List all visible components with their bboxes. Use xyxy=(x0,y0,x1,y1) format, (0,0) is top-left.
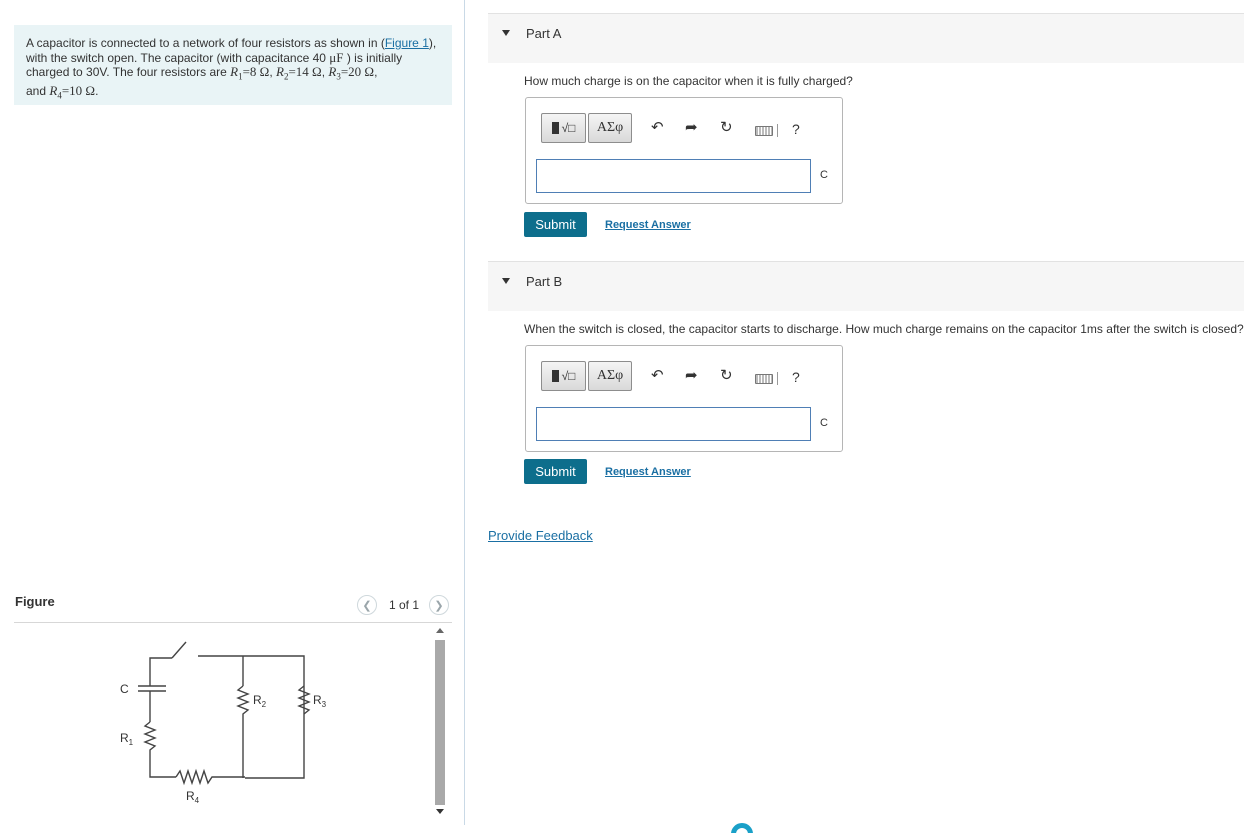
figure-scrollbar[interactable] xyxy=(433,628,447,818)
figure-counter: 1 of 1 xyxy=(389,598,420,612)
part-a-question: How much charge is on the capacitor when… xyxy=(524,74,853,88)
problem-statement: A capacitor is connected to a network of… xyxy=(14,25,452,105)
part-a-answer-input[interactable] xyxy=(536,159,811,193)
part-b-answer-input[interactable] xyxy=(536,407,811,441)
figure-label: Figure xyxy=(15,594,55,609)
figure-divider xyxy=(14,622,452,623)
problem-text: . xyxy=(95,83,99,98)
scroll-down-arrow-icon[interactable] xyxy=(436,809,444,814)
r2-value: =14 Ω xyxy=(288,64,322,79)
caret-down-icon[interactable] xyxy=(502,278,510,284)
capacitor-label: C xyxy=(120,682,129,696)
part-b-answer-box: √□ ΑΣφ ↶ ➦ ↻ ? C xyxy=(525,345,843,452)
scroll-up-arrow-icon[interactable] xyxy=(436,628,444,633)
reset-icon[interactable]: ↻ xyxy=(720,367,733,385)
part-a-submit-button[interactable]: Submit xyxy=(524,212,587,237)
circuit-diagram: C R1 R2 R3 R4 xyxy=(120,641,327,805)
keyboard-icon[interactable] xyxy=(755,126,773,136)
part-a-title: Part A xyxy=(526,26,562,41)
problem-text: A capacitor is connected to a network of… xyxy=(26,36,385,50)
caret-down-icon[interactable] xyxy=(502,30,510,36)
part-a-unit: C xyxy=(820,169,828,181)
part-b-unit: C xyxy=(820,417,828,429)
r2-label: R2 xyxy=(253,693,267,709)
undo-icon[interactable]: ↶ xyxy=(651,119,664,137)
reset-icon[interactable]: ↻ xyxy=(720,119,733,137)
part-b-title: Part B xyxy=(526,274,563,289)
templates-icon[interactable]: √□ xyxy=(541,113,586,143)
scroll-thumb[interactable] xyxy=(435,640,445,805)
chevron-right-icon[interactable]: ❯ xyxy=(429,595,450,615)
templates-icon[interactable]: √□ xyxy=(541,361,586,391)
part-b-question: When the switch is closed, the capacitor… xyxy=(524,322,1244,336)
greek-icon[interactable]: ΑΣφ xyxy=(588,361,632,391)
part-a-header[interactable]: Part A xyxy=(488,13,1244,63)
chevron-left-icon[interactable]: ❮ xyxy=(357,595,377,615)
part-b-header[interactable]: Part B xyxy=(488,261,1244,311)
part-a-request-answer-link[interactable]: Request Answer xyxy=(605,219,691,231)
capacitance-unit: μF xyxy=(329,49,344,65)
column-divider xyxy=(464,0,465,825)
undo-icon[interactable]: ↶ xyxy=(651,367,664,385)
greek-icon[interactable]: ΑΣφ xyxy=(588,113,632,143)
keyboard-icon[interactable] xyxy=(755,374,773,384)
problem-text: ), xyxy=(428,36,437,50)
r2-symbol: R xyxy=(276,64,284,79)
help-icon[interactable]: ? xyxy=(792,121,800,137)
figure-navigation: ❮ 1 of 1 ❯ xyxy=(357,595,450,615)
part-a-answer-box: √□ ΑΣφ ↶ ➦ ↻ ? C xyxy=(525,97,843,204)
figure-link[interactable]: Figure 1 xyxy=(385,36,429,50)
problem-text: charged to 30V. The four resistors are xyxy=(26,65,231,79)
redo-icon[interactable]: ➦ xyxy=(685,367,698,385)
r4-label: R4 xyxy=(186,789,200,805)
toolbar-separator xyxy=(777,124,778,137)
r3-value: =20 Ω xyxy=(340,64,375,79)
logo-icon xyxy=(731,823,753,833)
r1-label: R1 xyxy=(120,731,134,747)
part-b-request-answer-link[interactable]: Request Answer xyxy=(605,466,691,478)
redo-icon[interactable]: ➦ xyxy=(685,119,698,137)
r1-symbol: R xyxy=(230,64,239,79)
problem-text: ) is initially xyxy=(343,50,403,65)
problem-text: and xyxy=(26,83,50,98)
r1-value: =8 Ω xyxy=(242,64,270,79)
r3-label: R3 xyxy=(313,693,327,709)
problem-text: with the switch open. The capacitor (wit… xyxy=(26,50,330,65)
part-b-submit-button[interactable]: Submit xyxy=(524,459,587,484)
r4-value: =10 Ω xyxy=(61,82,96,98)
provide-feedback-link[interactable]: Provide Feedback xyxy=(488,528,593,543)
help-icon[interactable]: ? xyxy=(792,369,800,385)
toolbar-separator xyxy=(777,372,778,385)
